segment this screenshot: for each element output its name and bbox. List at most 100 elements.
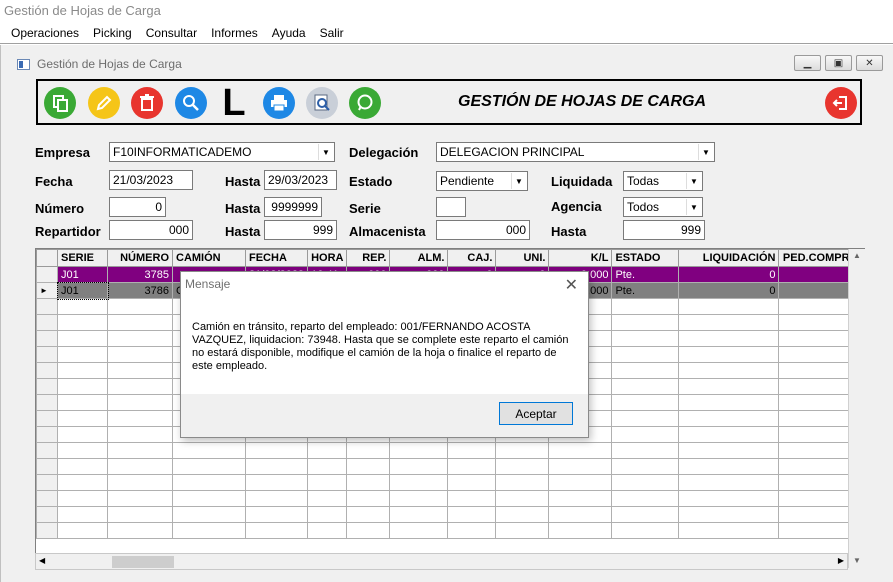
liquidada-select[interactable]: Todas ▼ [623, 171, 703, 191]
table-cell [495, 442, 550, 459]
maximize-button[interactable]: ▣ [825, 55, 852, 71]
col-rep[interactable]: REP. [346, 249, 391, 267]
fecha-hasta-input[interactable]: 29/03/2023 [264, 170, 337, 190]
col-caj[interactable]: CAJ. [447, 249, 497, 267]
row-selector[interactable] [36, 378, 58, 395]
row-selector[interactable] [36, 362, 58, 379]
row-selector[interactable] [36, 522, 58, 539]
row-selector[interactable] [36, 474, 58, 491]
row-selector[interactable] [36, 506, 58, 523]
search-button[interactable] [175, 87, 207, 119]
delegacion-select[interactable]: DELEGACION PRINCIPAL ▼ [436, 142, 715, 162]
scroll-down-icon[interactable]: ▼ [853, 556, 861, 565]
agencia-select[interactable]: Todos ▼ [623, 197, 703, 217]
col-hora[interactable]: HORA [307, 249, 348, 267]
accept-button[interactable]: Aceptar [499, 402, 573, 425]
repartidor-hasta-input[interactable]: 999 [264, 220, 337, 240]
table-cell [548, 474, 613, 491]
vertical-scrollbar[interactable]: ▲ ▼ [848, 249, 865, 568]
menu-picking[interactable]: Picking [86, 26, 139, 40]
col-serie[interactable]: SERIE [57, 249, 108, 267]
numero-input[interactable]: 0 [109, 197, 166, 217]
preview-button[interactable] [306, 87, 338, 119]
table-cell: 0 [678, 266, 780, 283]
table-cell [244, 490, 309, 507]
col-estado[interactable]: ESTADO [611, 249, 680, 267]
table-cell [57, 298, 108, 315]
empty-table-row[interactable] [36, 442, 862, 459]
row-selector[interactable] [36, 458, 58, 475]
repartidor-input[interactable]: 000 [109, 220, 193, 240]
numero-hasta-input[interactable]: 9999999 [264, 197, 322, 217]
menu-operaciones[interactable]: Operaciones [4, 26, 86, 40]
table-cell [107, 458, 173, 475]
table-cell [611, 506, 680, 523]
col-uni[interactable]: UNI. [495, 249, 550, 267]
table-cell [611, 490, 680, 507]
table-cell [107, 506, 173, 523]
table-cell [548, 458, 613, 475]
estado-select[interactable]: Pendiente ▼ [436, 171, 528, 191]
row-selector[interactable] [36, 330, 58, 347]
row-selector[interactable]: ► [36, 282, 58, 299]
scroll-left-icon[interactable]: ◀ [39, 556, 45, 565]
liquidada-value: Todas [627, 174, 660, 188]
table-cell [495, 522, 550, 539]
grid-header: SERIE NÚMERO CAMIÓN FECHA HORA REP. ALM.… [36, 249, 862, 267]
table-cell [611, 298, 680, 315]
scroll-up-icon[interactable]: ▲ [853, 251, 861, 260]
table-cell [495, 490, 550, 507]
row-selector[interactable] [36, 314, 58, 331]
listing-button[interactable]: L [219, 84, 249, 122]
col-kl[interactable]: K/L [548, 249, 613, 267]
row-selector[interactable] [36, 346, 58, 363]
row-selector[interactable] [36, 394, 58, 411]
exit-button[interactable] [825, 87, 857, 119]
close-window-button[interactable]: ✕ [856, 55, 883, 71]
menu-ayuda[interactable]: Ayuda [265, 26, 313, 40]
col-alm[interactable]: ALM. [389, 249, 449, 267]
scroll-right-icon[interactable]: ▶ [838, 556, 844, 565]
almacenista-hasta-input[interactable]: 999 [623, 220, 705, 240]
dialog-close-icon[interactable]: ✕ [565, 275, 578, 295]
row-selector[interactable] [36, 426, 58, 443]
horizontal-scrollbar[interactable]: ◀ ▶ [35, 553, 848, 570]
table-cell: 0 [678, 282, 780, 299]
minimize-button[interactable]: ▁ [794, 55, 821, 71]
menu-consultar[interactable]: Consultar [139, 26, 204, 40]
table-cell [611, 410, 680, 427]
menu-informes[interactable]: Informes [204, 26, 265, 40]
copy-button[interactable] [44, 87, 76, 119]
horizontal-scroll-thumb[interactable] [112, 556, 174, 568]
chat-bubble-icon [357, 94, 373, 111]
table-cell [57, 490, 108, 507]
whatsapp-button[interactable] [349, 87, 381, 119]
fecha-input[interactable]: 21/03/2023 [109, 170, 193, 190]
empresa-select[interactable]: F10INFORMATICADEMO ▼ [109, 142, 335, 162]
empty-table-row[interactable] [36, 490, 862, 507]
row-selector[interactable] [36, 490, 58, 507]
table-cell [611, 378, 680, 395]
row-selector[interactable] [36, 442, 58, 459]
delete-button[interactable] [131, 87, 163, 119]
col-numero[interactable]: NÚMERO [107, 249, 173, 267]
row-selector[interactable] [36, 266, 58, 283]
edit-button[interactable] [88, 87, 120, 119]
menu-salir[interactable]: Salir [313, 26, 351, 40]
print-button[interactable] [263, 87, 295, 119]
table-cell [678, 442, 780, 459]
fecha-label: Fecha [35, 174, 73, 189]
empty-table-row[interactable] [36, 474, 862, 491]
serie-input[interactable] [436, 197, 466, 217]
row-selector[interactable] [36, 298, 58, 315]
col-liquidacion[interactable]: LIQUIDACIÓN [678, 249, 780, 267]
col-fecha[interactable]: FECHA [244, 249, 309, 267]
col-camion[interactable]: CAMIÓN [172, 249, 246, 267]
almacenista-input[interactable]: 000 [436, 220, 530, 240]
empty-table-row[interactable] [36, 506, 862, 523]
row-selector[interactable] [36, 410, 58, 427]
empty-table-row[interactable] [36, 458, 862, 475]
empty-table-row[interactable] [36, 522, 862, 539]
table-cell [107, 394, 173, 411]
empresa-value: F10INFORMATICADEMO [113, 145, 252, 159]
